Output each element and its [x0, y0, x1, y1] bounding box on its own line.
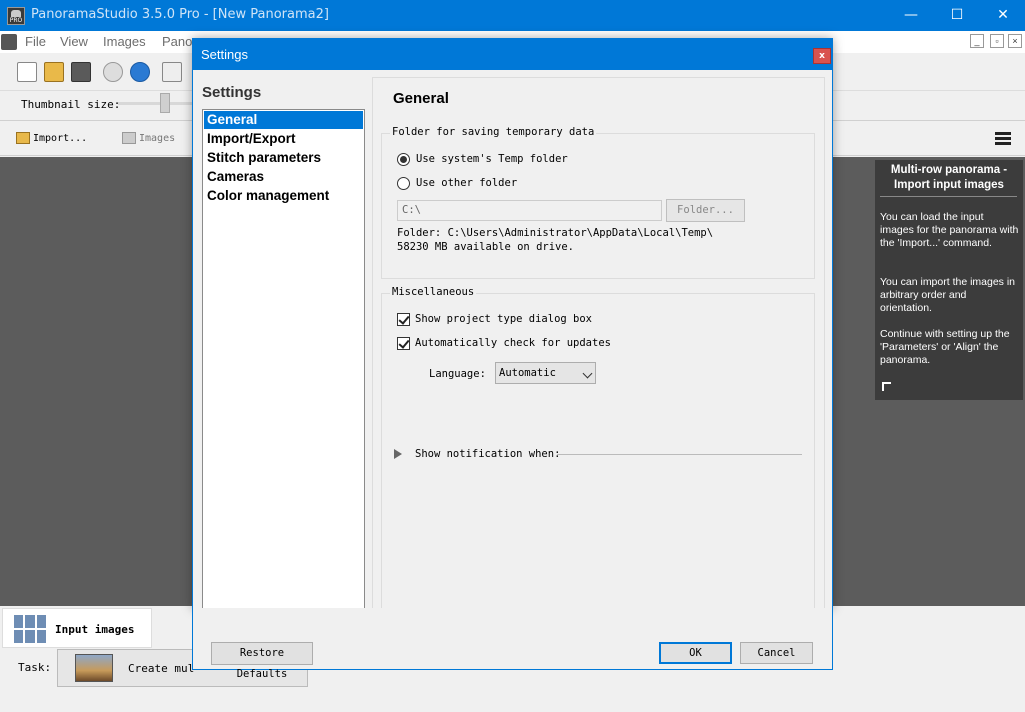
nav-item-stitch-parameters[interactable]: Stitch parameters	[204, 149, 363, 167]
notification-divider	[557, 454, 802, 455]
images-button[interactable]: Images	[122, 132, 175, 144]
nav-heading: Settings	[202, 84, 262, 101]
use-system-temp-radio[interactable]	[397, 153, 410, 166]
settings-dialog: Settings x Settings General Import/Expor…	[192, 38, 833, 627]
temp-folder-group-title: Folder for saving temporary data	[390, 126, 597, 138]
panorama-thumbnail-icon	[75, 654, 113, 682]
task-button-label: Create multi	[128, 662, 194, 675]
collapse-panel-icon[interactable]	[882, 382, 891, 391]
show-project-type-checkbox[interactable]	[397, 313, 410, 326]
menu-panorama[interactable]: Pano	[162, 34, 192, 49]
menu-images[interactable]: Images	[103, 34, 146, 49]
document-icon[interactable]	[1, 34, 17, 50]
language-label: Language:	[429, 368, 486, 380]
show-project-type-label[interactable]: Show project type dialog box	[415, 313, 592, 325]
temp-folder-space-info: 58230 MB available on drive.	[397, 241, 575, 253]
import-button[interactable]: Import...	[16, 132, 87, 144]
help-paragraph: You can import the images in arbitrary o…	[880, 276, 1016, 314]
restore-defaults-button[interactable]: Restore Defaults	[211, 642, 313, 680]
use-other-folder-label[interactable]: Use other folder	[416, 177, 517, 189]
auto-check-updates-checkbox[interactable]	[397, 337, 410, 350]
nav-item-cameras[interactable]: Cameras	[204, 168, 363, 186]
menu-view[interactable]: View	[60, 34, 88, 49]
help-divider	[880, 196, 1017, 197]
import-icon	[16, 132, 30, 144]
app-logo-icon: PRO	[7, 7, 25, 25]
save-icon[interactable]	[71, 62, 91, 82]
input-images-tab-label: Input images	[55, 623, 135, 636]
temp-folder-path-info: Folder: C:\Users\Administrator\AppData\L…	[397, 227, 714, 239]
content-heading: General	[393, 90, 449, 107]
folder-path-input[interactable]: C:\	[397, 200, 662, 221]
help-paragraph: You can load the input images for the pa…	[880, 211, 1019, 249]
language-select-value: Automatic	[499, 367, 556, 379]
open-folder-icon[interactable]	[44, 62, 64, 82]
menu-file[interactable]: File	[25, 34, 46, 49]
auto-check-updates-label[interactable]: Automatically check for updates	[415, 337, 611, 349]
window-title: PanoramaStudio 3.5.0 Pro - [New Panorama…	[31, 7, 329, 22]
dialog-titlebar: Settings x	[193, 39, 832, 70]
images-icon	[122, 132, 136, 144]
input-images-tab[interactable]: Input images	[2, 608, 152, 648]
images-button-label: Images	[139, 133, 176, 144]
settings-category-list: General Import/Export Stitch parameters …	[202, 109, 365, 627]
edit-icon[interactable]	[162, 62, 182, 82]
task-label: Task:	[18, 661, 52, 674]
hamburger-menu-icon[interactable]	[995, 132, 1011, 145]
show-notification-label[interactable]: Show notification when:	[415, 448, 560, 460]
ok-button[interactable]: OK	[659, 642, 732, 664]
miscellaneous-group-title: Miscellaneous	[390, 286, 477, 298]
maximize-button[interactable]: ☐	[934, 0, 980, 31]
dialog-title: Settings	[201, 47, 248, 62]
help-panel: Multi-row panorama - Import input images…	[875, 160, 1023, 400]
nav-item-import-export[interactable]: Import/Export	[204, 130, 363, 148]
close-window-button[interactable]: ✕	[980, 0, 1025, 31]
minimize-button[interactable]: —	[888, 0, 934, 31]
help-panel-title: Multi-row panorama - Import input images	[890, 164, 1008, 191]
temp-folder-group: Folder for saving temporary data Use sys…	[381, 126, 815, 279]
thumbnail-size-label: Thumbnail size:	[21, 98, 121, 111]
nav-item-color-management[interactable]: Color management	[204, 187, 363, 205]
miscellaneous-group: Miscellaneous Show project type dialog b…	[381, 286, 815, 621]
help-icon[interactable]	[130, 62, 150, 82]
use-other-folder-radio[interactable]	[397, 177, 410, 190]
thumbnail-size-slider-handle[interactable]	[160, 93, 170, 113]
general-settings-panel: General Folder for saving temporary data…	[372, 77, 825, 627]
mdi-minimize-button[interactable]: _	[970, 34, 984, 48]
language-select[interactable]: Automatic	[495, 362, 596, 384]
mdi-restore-button[interactable]: ▫	[990, 34, 1004, 48]
mdi-close-button[interactable]: ×	[1008, 34, 1022, 48]
folder-browse-button[interactable]: Folder...	[666, 199, 745, 222]
new-file-icon[interactable]	[17, 62, 37, 82]
nav-item-general[interactable]: General	[204, 111, 363, 129]
info-icon[interactable]	[103, 62, 123, 82]
image-grid-icon	[14, 615, 46, 643]
use-system-temp-label[interactable]: Use system's Temp folder	[416, 153, 568, 165]
expand-triangle-icon[interactable]	[394, 449, 402, 459]
cancel-button[interactable]: Cancel	[740, 642, 813, 664]
help-paragraph: Continue with setting up the 'Parameters…	[880, 328, 1010, 366]
chevron-down-icon	[582, 368, 593, 379]
import-button-label: Import...	[33, 133, 88, 144]
thumbnail-size-slider-track[interactable]	[118, 102, 198, 105]
dialog-close-button[interactable]: x	[813, 48, 831, 64]
app-titlebar: PRO PanoramaStudio 3.5.0 Pro - [New Pano…	[0, 0, 1025, 31]
